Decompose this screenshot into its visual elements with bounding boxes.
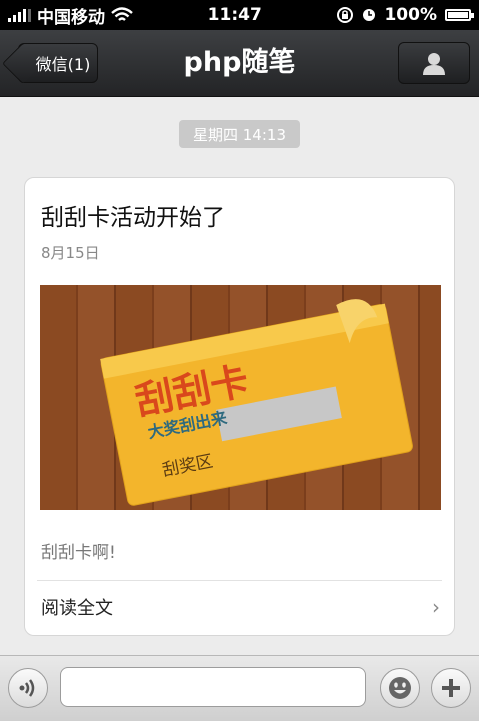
emoji-icon — [389, 677, 411, 699]
card-divider — [37, 580, 442, 581]
article-card[interactable]: 刮刮卡活动开始了 8月15日 刮刮卡 大奖刮出来 刮奖区 刮刮卡啊! 阅读全文 … — [24, 177, 455, 636]
battery-icon — [445, 9, 474, 21]
voice-icon — [19, 679, 35, 697]
back-button-label: 微信(1) — [35, 55, 91, 74]
voice-button[interactable] — [8, 668, 48, 708]
signal-icon — [8, 8, 31, 22]
status-time: 11:47 — [207, 5, 262, 25]
read-more-link[interactable]: 阅读全文 › — [41, 590, 440, 624]
carrier-label: 中国移动 — [37, 7, 105, 28]
navigation-bar: php随笔 微信(1) — [0, 30, 479, 97]
battery-percent: 100% — [384, 5, 437, 25]
chevron-right-icon: › — [432, 595, 440, 619]
wifi-icon — [111, 7, 133, 21]
message-timestamp: 星期四 14:13 — [179, 120, 300, 148]
article-date: 8月15日 — [41, 244, 100, 262]
back-button[interactable]: 微信(1) — [18, 43, 98, 83]
article-title: 刮刮卡活动开始了 — [41, 205, 225, 231]
status-bar: 中国移动 11:47 100% — [0, 0, 479, 30]
article-summary: 刮刮卡啊! — [41, 543, 116, 563]
alarm-icon — [363, 9, 376, 21]
plus-icon — [442, 679, 460, 697]
rotation-lock-icon — [337, 7, 354, 23]
article-cover-image[interactable]: 刮刮卡 大奖刮出来 刮奖区 — [40, 285, 441, 510]
message-input[interactable] — [60, 667, 366, 707]
profile-icon — [423, 53, 445, 75]
message-input-bar — [0, 655, 479, 721]
more-button[interactable] — [431, 668, 471, 708]
read-more-label: 阅读全文 — [41, 598, 113, 619]
profile-button[interactable] — [398, 42, 470, 84]
emoji-button[interactable] — [380, 668, 420, 708]
